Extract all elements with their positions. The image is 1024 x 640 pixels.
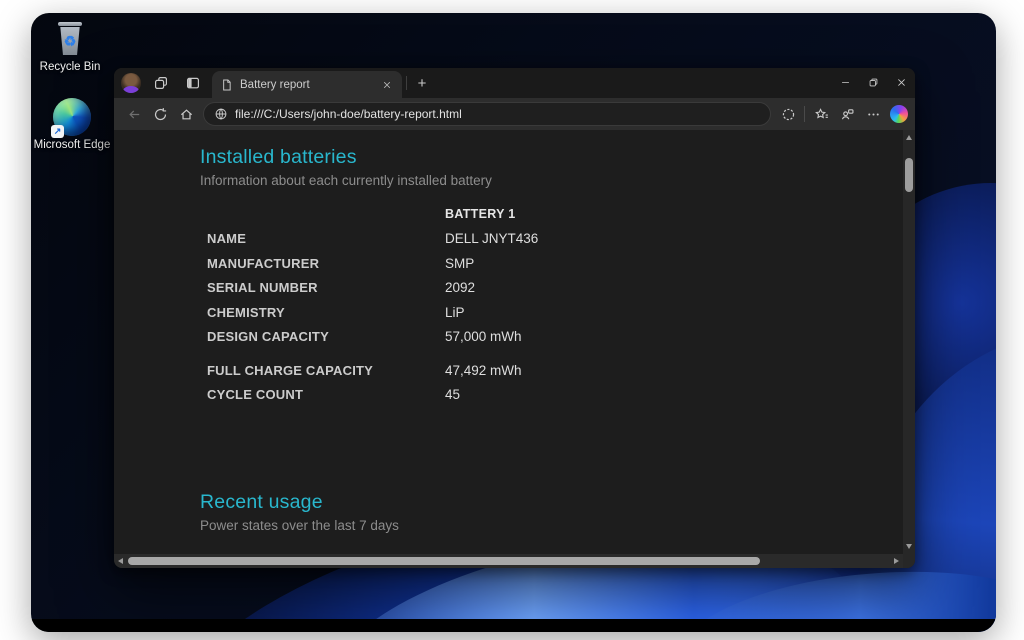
taskbar[interactable] [31, 619, 996, 632]
table-row: MANUFACTURER SMP [207, 251, 903, 276]
desktop-icon-label: Recycle Bin [31, 61, 109, 74]
favorites-button[interactable] [808, 101, 834, 127]
scroll-left-arrow-icon[interactable] [118, 558, 123, 564]
feedback-button[interactable] [834, 101, 860, 127]
recent-usage-section: Recent usage Power states over the last … [200, 491, 903, 533]
close-icon [382, 80, 392, 90]
refresh-icon [153, 107, 168, 122]
battery-report-page: Installed batteries Information about ea… [114, 130, 915, 554]
section-title: Recent usage [200, 491, 903, 514]
table-row: SERIAL NUMBER 2092 [207, 276, 903, 301]
back-arrow-icon [127, 107, 142, 122]
new-tab-button[interactable]: + [411, 72, 433, 94]
window-controls [831, 68, 915, 96]
section-title: Installed batteries [200, 146, 903, 169]
edge-browser-window: Battery report + [114, 68, 915, 568]
battery-table: BATTERY 1 NAME DELL JNYT436 MANUFACTURER… [207, 202, 903, 407]
minimize-icon [840, 77, 851, 88]
table-row: NAME DELL JNYT436 [207, 227, 903, 252]
close-icon [896, 77, 907, 88]
edge-icon: ↗ [53, 98, 91, 136]
table-row: CYCLE COUNT 45 [207, 383, 903, 408]
refresh-button[interactable] [147, 101, 173, 127]
toolbar-divider [804, 106, 805, 122]
vertical-tabs-icon [185, 75, 201, 91]
browser-toolbar: file:///C:/Users/john-doe/battery-report… [114, 98, 915, 130]
section-subtitle: Information about each currently install… [200, 173, 903, 188]
horizontal-scrollbar-thumb[interactable] [128, 557, 760, 565]
home-button[interactable] [173, 101, 199, 127]
section-subtitle: Power states over the last 7 days [200, 518, 903, 533]
desktop-icon-recycle-bin[interactable]: ♻ Recycle Bin [31, 22, 109, 74]
desktop: ♻ Recycle Bin ↗ Microsoft Edge [31, 13, 996, 632]
settings-menu-button[interactable] [860, 101, 886, 127]
rewards-button[interactable] [775, 101, 801, 127]
shortcut-arrow-icon: ↗ [51, 125, 64, 138]
table-row: CHEMISTRY LiP [207, 300, 903, 325]
vertical-scrollbar-thumb[interactable] [905, 158, 913, 192]
scroll-right-arrow-icon[interactable] [894, 558, 899, 564]
address-bar[interactable]: file:///C:/Users/john-doe/battery-report… [203, 102, 771, 126]
horizontal-scrollbar[interactable] [114, 554, 915, 568]
restore-icon [868, 77, 879, 88]
close-window-button[interactable] [887, 68, 915, 96]
vertical-scrollbar[interactable] [903, 130, 915, 554]
home-icon [179, 107, 194, 122]
scroll-down-arrow-icon[interactable] [906, 544, 912, 549]
recycle-bin-icon: ♻ [53, 22, 87, 58]
scroll-up-arrow-icon[interactable] [906, 135, 912, 140]
copilot-icon[interactable] [890, 105, 908, 123]
profile-avatar[interactable] [121, 73, 141, 93]
tab-actions-button[interactable] [181, 71, 205, 95]
workspaces-icon [153, 75, 169, 91]
url-text: file:///C:/Users/john-doe/battery-report… [235, 107, 462, 121]
tab-close-button[interactable] [378, 76, 396, 94]
restore-button[interactable] [859, 68, 887, 96]
table-row: DESIGN CAPACITY 57,000 mWh [207, 325, 903, 350]
desktop-icon-microsoft-edge[interactable]: ↗ Microsoft Edge [33, 98, 111, 152]
workspaces-button[interactable] [149, 71, 173, 95]
ellipsis-icon [866, 107, 881, 122]
document-icon [220, 78, 233, 92]
table-header-row: BATTERY 1 [207, 202, 903, 227]
installed-batteries-section: Installed batteries Information about ea… [200, 130, 903, 188]
tab-divider [406, 76, 407, 90]
minimize-button[interactable] [831, 68, 859, 96]
battery-column-header: BATTERY 1 [445, 207, 516, 221]
back-button[interactable] [121, 101, 147, 127]
scrollbar-corner [903, 554, 915, 568]
rewards-badge-icon [781, 107, 796, 122]
feedback-icon [840, 107, 855, 122]
desktop-icon-label: Microsoft Edge [33, 139, 111, 152]
browser-tab-battery-report[interactable]: Battery report [212, 71, 402, 98]
table-row: FULL CHARGE CAPACITY 47,492 mWh [207, 358, 903, 383]
globe-icon [214, 107, 228, 121]
tab-strip: Battery report + [114, 68, 915, 98]
tab-title: Battery report [240, 79, 378, 91]
favorites-star-icon [814, 107, 829, 122]
